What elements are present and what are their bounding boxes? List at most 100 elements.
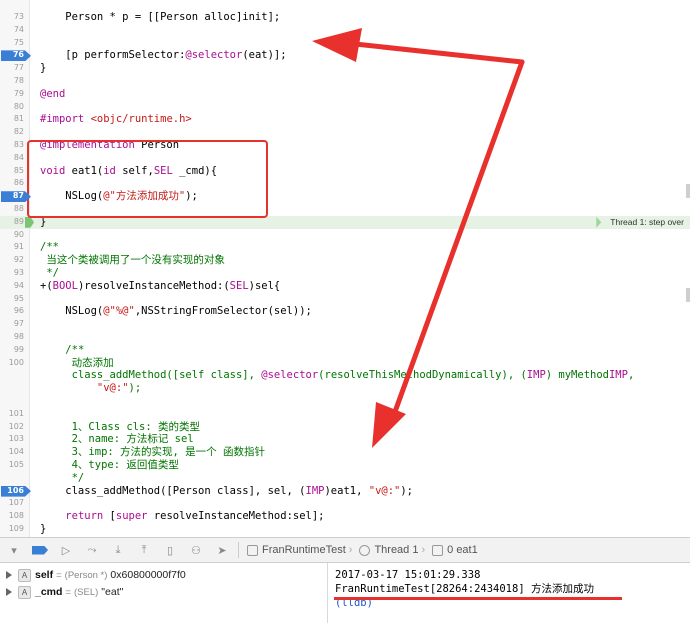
code-line[interactable]: 95 bbox=[0, 293, 690, 306]
code-line[interactable]: 75 bbox=[0, 37, 690, 50]
breadcrumb-separator-icon: › bbox=[348, 544, 353, 556]
app-icon bbox=[247, 544, 258, 556]
code-line[interactable]: 109} bbox=[0, 523, 690, 536]
code-text: class_addMethod([self class], @selector(… bbox=[40, 369, 635, 382]
line-number: 107 bbox=[8, 498, 24, 508]
hide-debug-area-icon[interactable]: ▾ bbox=[2, 540, 26, 560]
code-line[interactable]: 87 NSLog(@"方法添加成功"); bbox=[0, 190, 690, 203]
line-number: 79 bbox=[13, 88, 24, 98]
code-line[interactable]: class_addMethod([self class], @selector(… bbox=[0, 369, 690, 382]
continue-icon[interactable]: ▷ bbox=[54, 540, 78, 560]
line-number: 89 bbox=[13, 216, 24, 226]
breadcrumb-thread[interactable]: Thread 1 bbox=[359, 544, 418, 556]
code-line[interactable]: */ bbox=[0, 472, 690, 485]
console-output[interactable]: 2017-03-17 15:01:29.338 FranRuntimeTest[… bbox=[329, 563, 690, 623]
source-editor[interactable]: 73 Person * p = [[Person alloc]init]; 74 7… bbox=[0, 0, 690, 537]
disclosure-triangle-icon[interactable] bbox=[6, 588, 12, 596]
code-line[interactable]: 100 动态添加 bbox=[0, 357, 690, 370]
code-text: 2、name: 方法标记 sel bbox=[40, 433, 194, 446]
code-text: Person * p = [[Person alloc]init]; bbox=[40, 11, 281, 23]
code-line[interactable]: 98 bbox=[0, 331, 690, 344]
code-line[interactable]: 80 bbox=[0, 101, 690, 114]
code-line[interactable]: 82 bbox=[0, 126, 690, 139]
code-line[interactable]: 86 bbox=[0, 177, 690, 190]
memory-graph-icon[interactable]: ⚇ bbox=[184, 540, 208, 560]
breadcrumb-frame[interactable]: 0 eat1 bbox=[432, 544, 478, 556]
code-line[interactable]: 74 bbox=[0, 24, 690, 37]
code-line[interactable]: 93 */ bbox=[0, 267, 690, 280]
code-text: */ bbox=[46, 267, 59, 279]
code-line[interactable]: 97 bbox=[0, 318, 690, 331]
code-line[interactable]: 92 当这个类被调用了一个没有实现的对象 bbox=[0, 254, 690, 267]
step-into-icon[interactable]: ⤓ bbox=[106, 540, 130, 560]
code-line[interactable]: 104 3、imp: 方法的实现, 是一个 函数指针 bbox=[0, 446, 690, 459]
code-line[interactable]: 76 [p performSelector:@selector(eat)]; bbox=[0, 49, 690, 62]
code-line[interactable]: 94 +(BOOL)resolveInstanceMethod:(SEL)sel{ bbox=[0, 280, 690, 293]
code-line[interactable]: 90 bbox=[0, 229, 690, 242]
code-line[interactable]: 79 @end bbox=[0, 88, 690, 101]
code-line[interactable]: 77} bbox=[0, 62, 690, 75]
line-number: 78 bbox=[13, 76, 24, 85]
breadcrumb-separator-icon: › bbox=[421, 544, 426, 556]
line-number: 81 bbox=[13, 114, 24, 124]
code-line[interactable]: 88 bbox=[0, 203, 690, 216]
code-line[interactable]: 107 bbox=[0, 497, 690, 510]
console-line: FranRuntimeTest[28264:2434018] 方法添加成功 bbox=[335, 583, 594, 595]
variable-type: (SEL) bbox=[74, 586, 99, 598]
line-number: 101 bbox=[8, 408, 24, 418]
line-number: 73 bbox=[13, 12, 24, 21]
view-hierarchy-icon[interactable]: ▯ bbox=[158, 540, 182, 560]
line-number: 104 bbox=[8, 447, 24, 457]
variable-kind-badge: A bbox=[18, 568, 31, 582]
variable-equals: = bbox=[65, 586, 71, 598]
line-number: 109 bbox=[8, 524, 24, 533]
annotation-underline bbox=[334, 597, 622, 600]
code-line[interactable]: 102 1、Class cls: 类的类型 bbox=[0, 421, 690, 434]
line-number: 80 bbox=[13, 101, 24, 111]
variable-value: 0x60800000f7f0 bbox=[110, 569, 186, 581]
variable-row-self[interactable]: A self = (Person *) 0x60800000f7f0 bbox=[6, 567, 186, 583]
line-number: 97 bbox=[13, 319, 24, 329]
code-text: +(BOOL)resolveInstanceMethod:(SEL)sel{ bbox=[40, 279, 281, 292]
breadcrumb-target[interactable]: FranRuntimeTest bbox=[247, 544, 346, 556]
code-text: /** bbox=[65, 343, 85, 356]
code-line[interactable]: 73 Person * p = [[Person alloc]init]; bbox=[0, 11, 690, 24]
step-over-icon[interactable]: ⤳ bbox=[80, 540, 104, 560]
program-counter-icon[interactable] bbox=[25, 216, 34, 228]
code-text: */ bbox=[71, 471, 85, 484]
current-line[interactable]: 89} Thread 1: step over bbox=[0, 215, 690, 229]
code-line[interactable]: 108 return [super resolveInstanceMethod:… bbox=[0, 510, 690, 523]
code-line[interactable]: 84 bbox=[0, 152, 690, 165]
code-line[interactable]: 85 void eat1(id self,SEL _cmd){ bbox=[0, 165, 690, 178]
code-line[interactable]: 83 @implementation Person bbox=[0, 139, 690, 152]
code-text: #import <objc/runtime.h> bbox=[40, 113, 192, 126]
code-line[interactable]: 91 /** bbox=[0, 241, 690, 254]
breadcrumb-target-label: FranRuntimeTest bbox=[262, 544, 346, 556]
variable-name: self bbox=[35, 569, 54, 581]
code-line[interactable]: 106 class_addMethod([Person class], sel,… bbox=[0, 485, 690, 498]
code-line[interactable]: 96 NSLog(@"%@",NSStringFromSelector(sel)… bbox=[0, 305, 690, 318]
code-line[interactable]: 101 bbox=[0, 408, 690, 421]
line-number: 103 bbox=[8, 434, 24, 444]
variable-row-cmd[interactable]: A _cmd = (SEL) "eat" bbox=[6, 584, 123, 600]
code-line[interactable]: "v@:"); bbox=[0, 382, 690, 395]
line-number: 105 bbox=[8, 460, 24, 469]
thread-icon bbox=[359, 544, 371, 556]
simulate-location-icon[interactable]: ➤ bbox=[210, 540, 234, 560]
line-number: 75 bbox=[13, 37, 24, 47]
code-line[interactable]: 103 2、name: 方法标记 sel bbox=[0, 433, 690, 446]
breakpoints-toggle-icon[interactable] bbox=[28, 540, 52, 560]
code-line[interactable]: 99 /** bbox=[0, 344, 690, 357]
line-number: 86 bbox=[13, 178, 24, 188]
variable-type: (Person *) bbox=[64, 569, 108, 581]
code-text: } bbox=[40, 62, 47, 75]
disclosure-triangle-icon[interactable] bbox=[6, 571, 12, 579]
variables-view: A self = (Person *) 0x60800000f7f0 A _cm… bbox=[0, 563, 328, 623]
code-line[interactable]: 78 bbox=[0, 75, 690, 88]
step-out-icon[interactable]: ⤒ bbox=[132, 540, 156, 560]
code-line[interactable]: 105 4、type: 返回值类型 bbox=[0, 459, 690, 472]
line-number: 99 bbox=[13, 344, 24, 354]
code-line[interactable] bbox=[0, 395, 690, 408]
code-line[interactable]: 81 #import <objc/runtime.h> bbox=[0, 113, 690, 126]
scroll-marker bbox=[686, 184, 690, 198]
